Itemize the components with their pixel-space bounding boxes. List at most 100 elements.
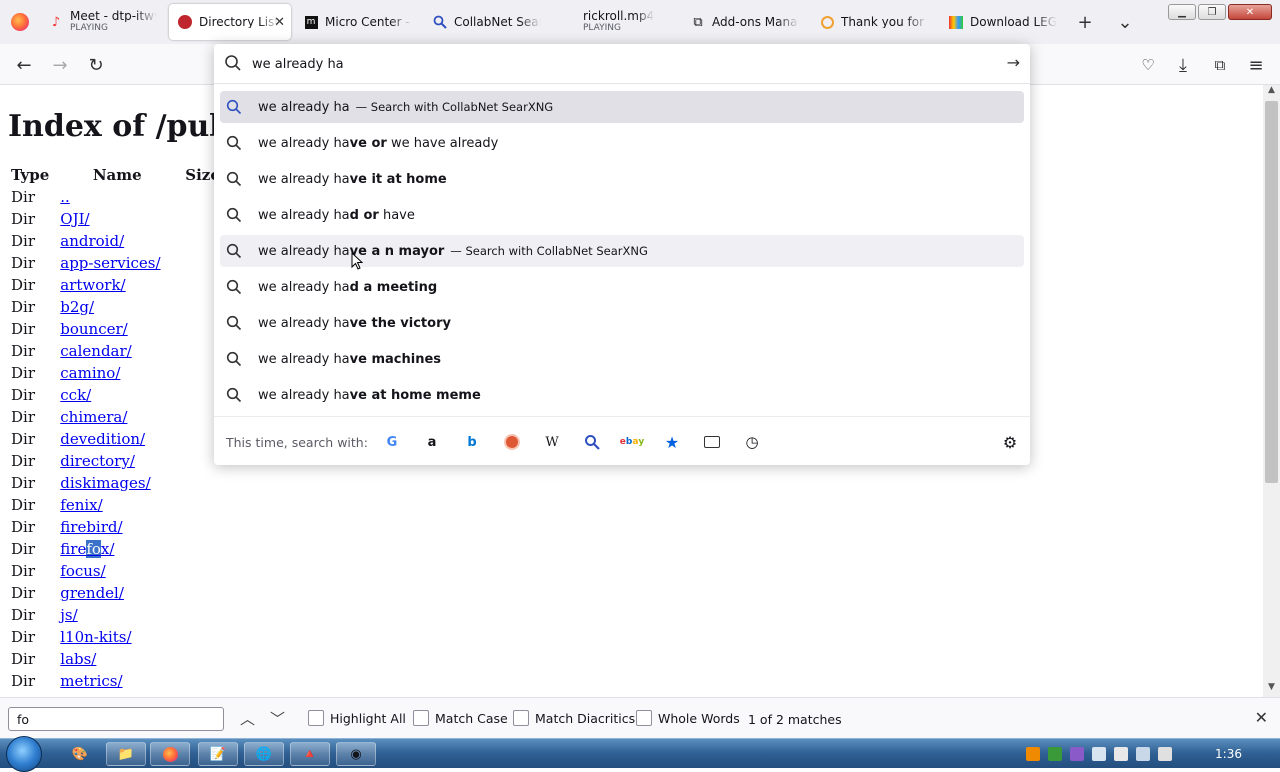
paint-icon[interactable]: 🎨 [60,742,100,766]
directory-link[interactable]: firebird/ [60,518,122,536]
search-suggestion[interactable]: we already have the victory [220,307,1024,339]
bing-icon[interactable]: b [461,431,483,453]
directory-link[interactable]: .. [60,188,70,206]
scrollbar-thumb[interactable] [1265,101,1278,483]
display-tray-icon[interactable] [1136,747,1150,761]
amazon-icon[interactable]: a [421,431,443,453]
directory-link[interactable]: app-services/ [60,254,160,272]
search-suggestion[interactable]: we already ha — Search with CollabNet Sea… [220,91,1024,123]
searxng-icon[interactable] [581,431,603,453]
tab-1[interactable]: Directory List ✕ [169,4,291,40]
whole-words-checkbox[interactable]: Whole Words [636,710,740,726]
directory-link[interactable]: calendar/ [60,342,131,360]
network-app-icon[interactable]: 🌐 [244,742,284,766]
extensions-icon[interactable]: ⧉ [1208,53,1232,77]
directory-link[interactable]: chimera/ [60,408,127,426]
microphone-tray-icon[interactable] [1070,747,1084,761]
start-button[interactable] [6,736,42,772]
directory-link[interactable]: OJI/ [60,210,89,228]
tab-5[interactable]: ⧉ Add-ons Manag [682,4,807,40]
entry-type: Dir [11,276,35,294]
bookmarks-icon[interactable]: ★ [661,431,683,453]
directory-link[interactable]: directory/ [60,452,135,470]
directory-link[interactable]: diskimages/ [60,474,150,492]
vertical-scrollbar[interactable]: ▲ ▼ [1263,85,1280,697]
directory-link[interactable]: labs/ [60,650,96,668]
network-tray-icon[interactable] [1048,747,1062,761]
maximize-button[interactable]: ❐ [1198,4,1226,20]
explorer-icon[interactable]: 📁 [106,742,146,766]
search-suggestion[interactable]: we already have or we have already [220,127,1024,159]
directory-link[interactable]: js/ [60,606,77,624]
scroll-down-icon[interactable]: ▼ [1263,682,1280,697]
close-find-bar-icon[interactable]: ✕ [1255,708,1268,727]
pocket-icon[interactable]: ♡ [1136,53,1160,77]
tab-7[interactable]: Download LEGO [940,4,1065,40]
table-row: Dir.. [8,186,223,208]
directory-link[interactable]: fenix/ [60,496,102,514]
directory-link[interactable]: b2g/ [60,298,94,316]
tab-3[interactable]: CollabNet SearX [424,4,549,40]
match-diacritics-checkbox[interactable]: Match Diacritics [513,710,635,726]
duckduckgo-icon[interactable] [501,431,523,453]
url-input[interactable]: we already ha → [214,44,1030,84]
directory-link[interactable]: bouncer/ [60,320,127,338]
search-suggestion[interactable]: we already have machines [220,343,1024,375]
reload-icon[interactable]: ↻ [84,53,108,77]
downloads-icon[interactable]: ⤓ [1171,53,1195,77]
directory-link[interactable]: cck/ [60,386,91,404]
tab-0[interactable]: ♪ Meet - dtp-itwy PLAYING [40,4,165,40]
find-previous-icon[interactable]: ︿ [240,708,255,729]
firefox-view-button[interactable] [0,0,40,44]
forward-icon[interactable]: → [48,53,72,77]
tab-4[interactable]: rickroll.mp4 PLAYING [553,4,678,40]
highlight-all-checkbox[interactable]: Highlight All [308,710,406,726]
google-icon[interactable]: G [381,431,403,453]
table-row: Dir camino/ [8,362,223,384]
close-tab-icon[interactable]: ✕ [274,15,285,30]
search-suggestion[interactable]: we already have at home meme [220,379,1024,411]
directory-link[interactable]: firefox/ [60,540,114,558]
directory-link[interactable]: l10n-kits/ [60,628,131,646]
clock[interactable]: 1:36 [1215,747,1242,761]
vlc-icon[interactable]: 🔺 [290,742,330,766]
tab-2[interactable]: m Micro Center - I [295,4,420,40]
directory-link[interactable]: artwork/ [60,276,125,294]
search-settings-gear-icon[interactable]: ⚙ [999,431,1021,453]
volume-tray-icon[interactable] [1158,747,1172,761]
search-suggestion[interactable]: we already have a n mayor — Search with C… [220,235,1024,267]
search-suggestion[interactable]: we already had a meeting [220,271,1024,303]
directory-link[interactable]: grendel/ [60,584,124,602]
match-case-checkbox[interactable]: Match Case [413,710,508,726]
find-input[interactable]: fo [8,707,224,731]
wikipedia-icon[interactable]: W [541,431,563,453]
vlc-tray-icon[interactable] [1026,747,1040,761]
minimize-button[interactable]: ▁ [1168,4,1196,20]
tab-6[interactable]: Thank you for i [811,4,936,40]
media-app-icon[interactable]: ◉ [336,742,376,766]
firefox-icon [11,13,29,31]
find-next-icon[interactable]: ﹀ [270,708,285,729]
history-icon[interactable]: ◷ [741,431,763,453]
directory-link[interactable]: camino/ [60,364,120,382]
ebay-icon[interactable]: ebay [620,431,645,453]
new-tab-button[interactable]: + [1065,4,1105,40]
search-suggestion[interactable]: we already have it at home [220,163,1024,195]
list-all-tabs-button[interactable]: ⌄ [1105,4,1145,40]
directory-link[interactable]: focus/ [60,562,105,580]
entry-type: Dir [11,188,35,206]
directory-link[interactable]: metrics/ [60,672,122,690]
document-tray-icon[interactable] [1092,747,1106,761]
close-window-button[interactable]: ✕ [1228,4,1272,20]
flag-tray-icon[interactable] [1114,747,1128,761]
notepad-icon[interactable]: 📝 [198,742,238,766]
firefox-taskbar-icon[interactable] [150,742,190,766]
tabs-icon[interactable] [701,431,723,453]
back-icon[interactable]: ← [12,53,36,77]
directory-link[interactable]: devedition/ [60,430,145,448]
go-arrow-icon[interactable]: → [1007,53,1020,72]
scroll-up-icon[interactable]: ▲ [1263,85,1280,100]
search-suggestion[interactable]: we already had or have [220,199,1024,231]
directory-link[interactable]: android/ [60,232,124,250]
menu-icon[interactable]: ≡ [1244,53,1268,77]
